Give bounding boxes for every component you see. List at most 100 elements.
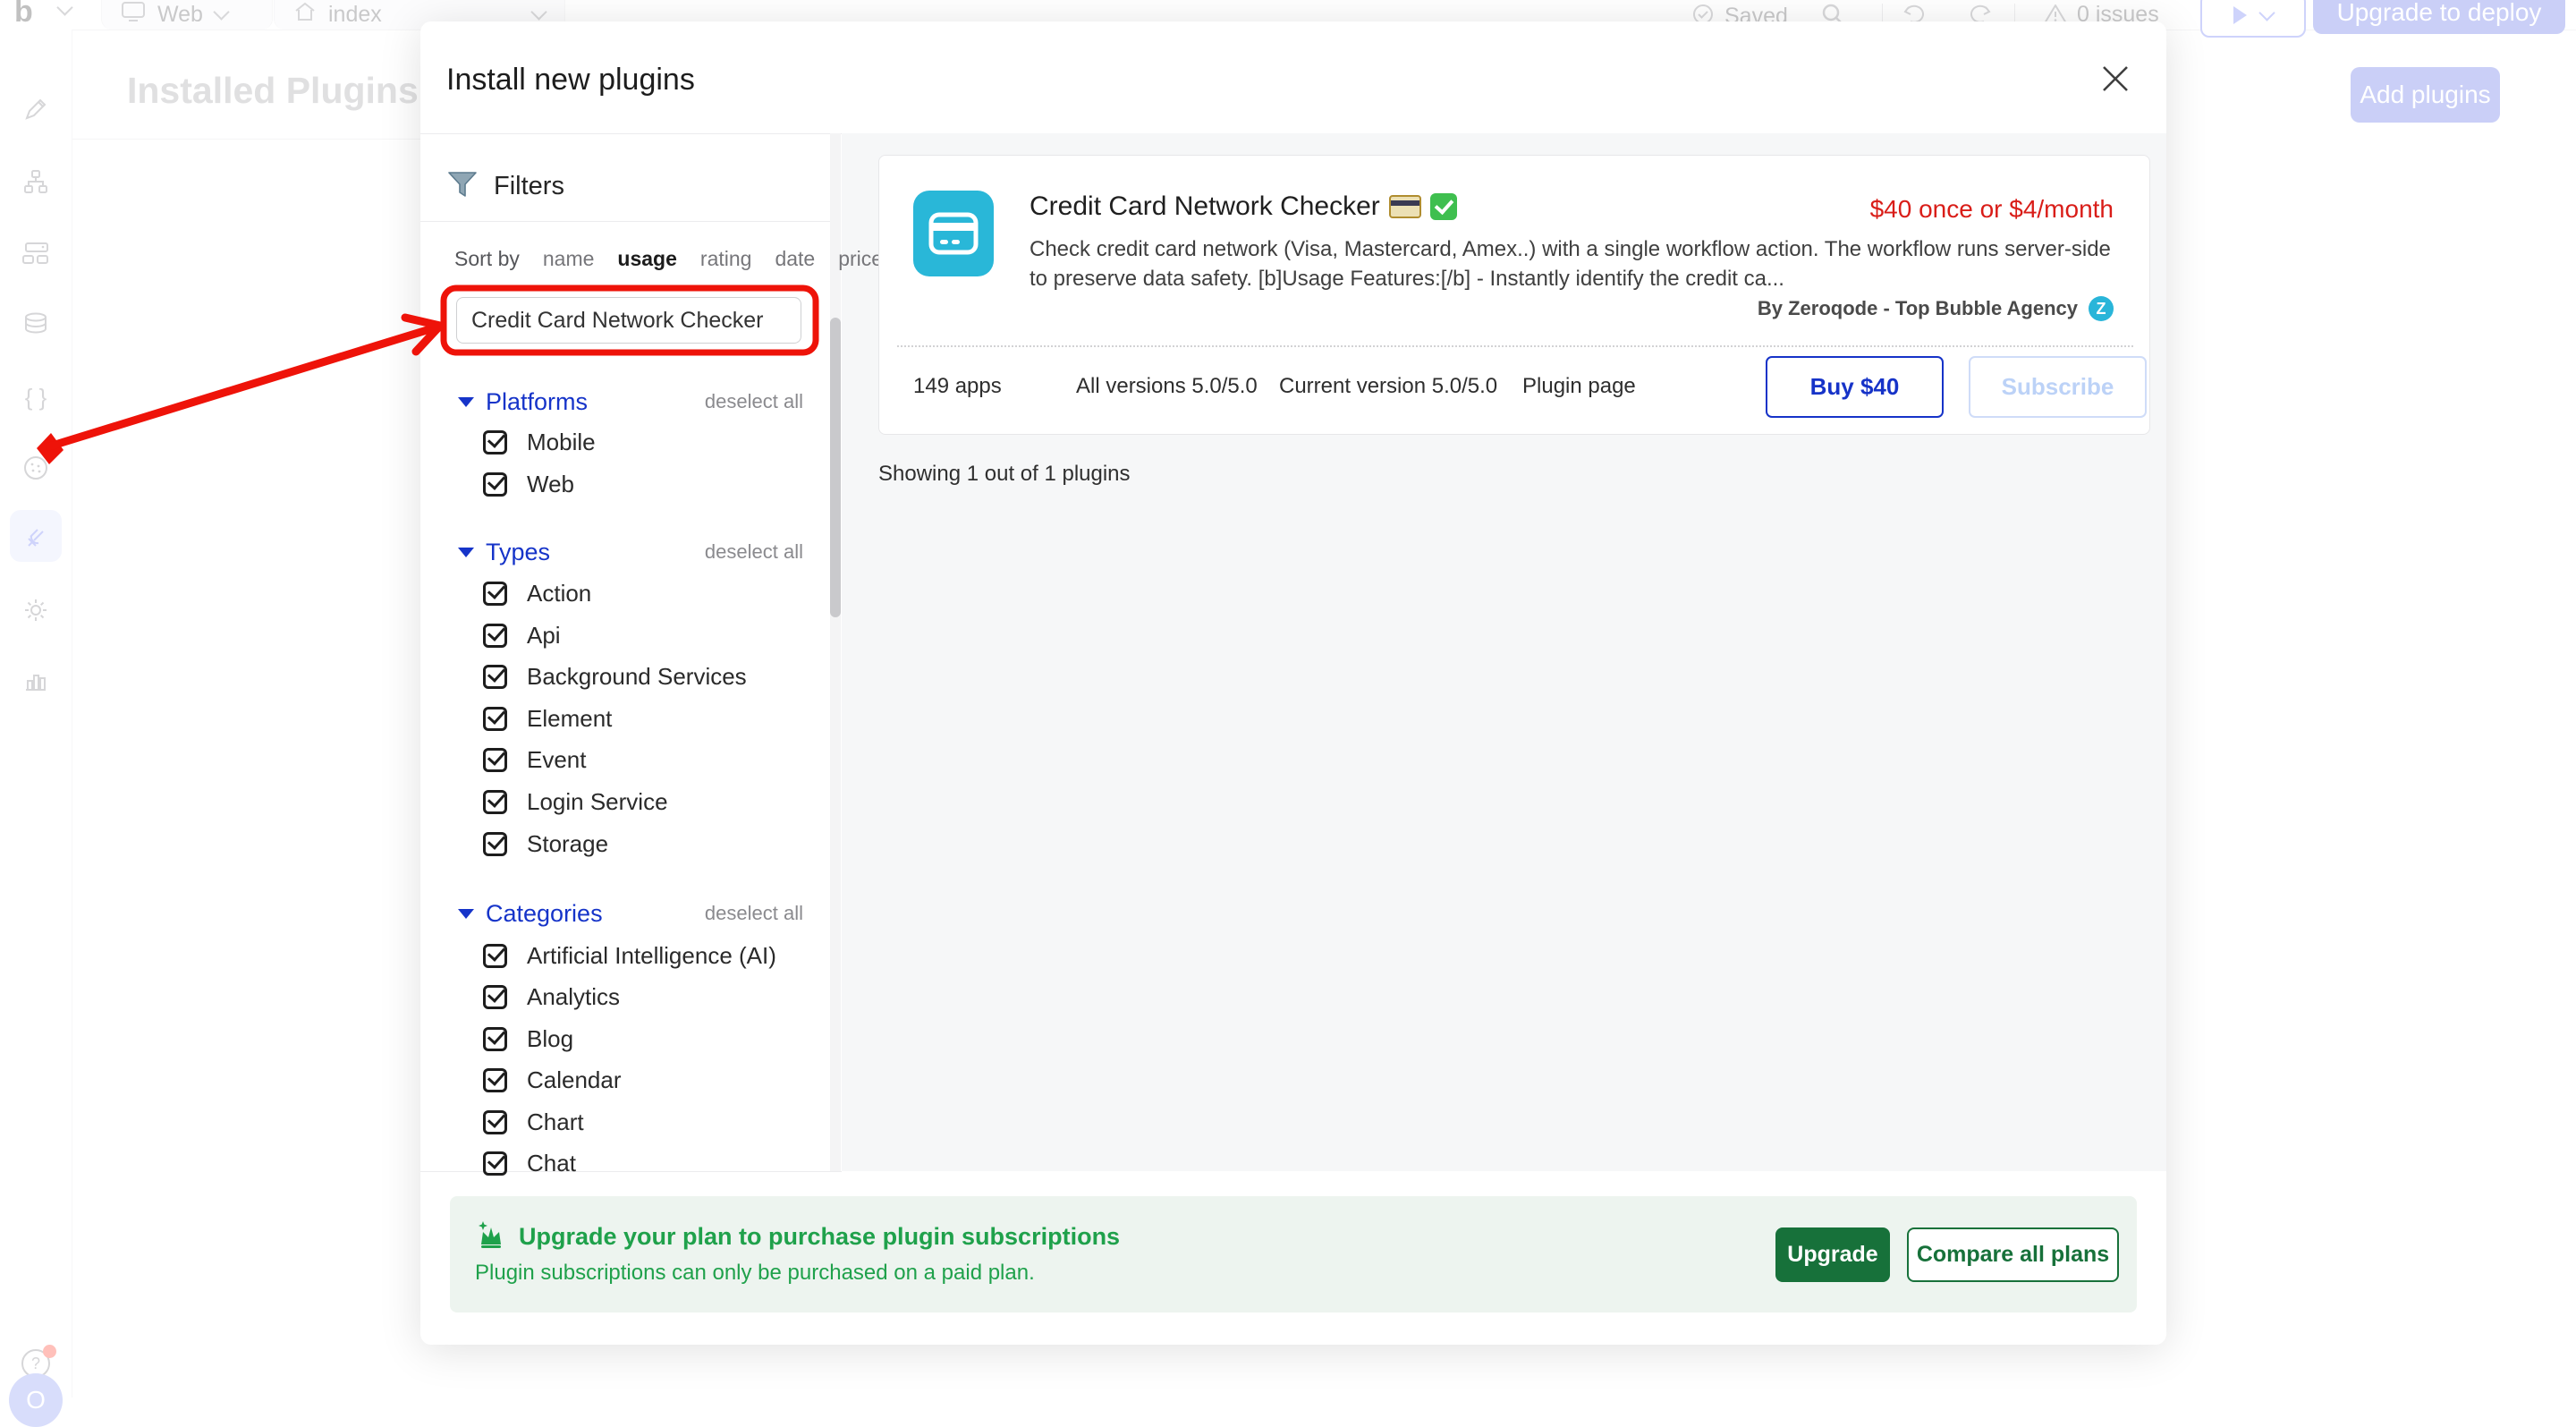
section-title: Categories bbox=[486, 900, 603, 928]
plugin-all-versions-rating: All versions 5.0/5.0 bbox=[1076, 374, 1258, 399]
sidebar-item-reusables[interactable] bbox=[22, 242, 49, 265]
tab-web[interactable]: Web bbox=[101, 0, 273, 30]
chevron-down-icon bbox=[530, 4, 547, 20]
sort-option-usage[interactable]: usage bbox=[617, 247, 676, 271]
filter-item-ai[interactable]: Artificial Intelligence (AI) bbox=[483, 935, 823, 976]
buy-button[interactable]: Buy $40 bbox=[1766, 356, 1944, 418]
checkbox-checked-icon[interactable] bbox=[483, 790, 507, 814]
plugin-name: Credit Card Network Checker bbox=[1030, 191, 1380, 222]
credit-card-emoji bbox=[1389, 195, 1421, 218]
filter-section-types[interactable]: Types deselect all bbox=[420, 531, 830, 573]
checkbox-checked-icon[interactable] bbox=[483, 707, 507, 731]
filter-item-label: Element bbox=[527, 705, 612, 733]
chevron-down-icon[interactable] bbox=[56, 0, 72, 16]
filter-item-action[interactable]: Action bbox=[483, 573, 823, 614]
filter-section-categories[interactable]: Categories deselect all bbox=[420, 893, 830, 934]
sidebar-item-backend[interactable]: { } bbox=[25, 384, 47, 412]
sidebar-item-workflow[interactable] bbox=[23, 170, 48, 193]
plugin-author[interactable]: By Zeroqode - Top Bubble Agency bbox=[1758, 297, 2078, 320]
checkbox-checked-icon[interactable] bbox=[483, 1068, 507, 1092]
filter-item-api[interactable]: Api bbox=[483, 615, 823, 656]
checkbox-checked-icon[interactable] bbox=[483, 430, 507, 454]
chevron-down-icon bbox=[2258, 4, 2275, 21]
sort-option-rating[interactable]: rating bbox=[700, 247, 752, 271]
checkbox-checked-icon[interactable] bbox=[483, 748, 507, 772]
sidebar-item-design[interactable] bbox=[24, 98, 47, 121]
plugin-apps-count: 149 apps bbox=[913, 374, 1002, 399]
checkbox-checked-icon[interactable] bbox=[483, 472, 507, 497]
sidebar-item-plugins[interactable] bbox=[23, 526, 48, 551]
check-mark-emoji bbox=[1430, 193, 1457, 220]
deselect-all-link[interactable]: deselect all bbox=[705, 390, 803, 413]
preview-button[interactable] bbox=[2200, 0, 2306, 38]
divider bbox=[420, 221, 830, 222]
plugin-description: Check credit card network (Visa, Masterc… bbox=[1030, 234, 2128, 293]
filter-scrollbar-track[interactable] bbox=[830, 133, 841, 1171]
filter-item-background-services[interactable]: Background Services bbox=[483, 656, 823, 697]
checkbox-checked-icon[interactable] bbox=[483, 1027, 507, 1051]
filter-item-chart[interactable]: Chart bbox=[483, 1101, 823, 1142]
checkbox-checked-icon[interactable] bbox=[483, 624, 507, 648]
tab-index-label: index bbox=[328, 2, 382, 28]
checkbox-checked-icon[interactable] bbox=[483, 1151, 507, 1176]
sidebar-item-data[interactable] bbox=[23, 312, 48, 337]
banner-subtitle: Plugin subscriptions can only be purchas… bbox=[475, 1261, 1035, 1286]
filter-item-login-service[interactable]: Login Service bbox=[483, 781, 823, 822]
banner-title: Upgrade your plan to purchase plugin sub… bbox=[519, 1223, 1120, 1251]
filter-item-storage[interactable]: Storage bbox=[483, 823, 823, 864]
close-icon[interactable] bbox=[2100, 64, 2131, 94]
subscribe-button[interactable]: Subscribe bbox=[1969, 356, 2147, 418]
filter-funnel-icon bbox=[447, 171, 478, 202]
plugin-search-input[interactable] bbox=[456, 297, 801, 344]
deselect-all-link[interactable]: deselect all bbox=[705, 540, 803, 564]
checkbox-checked-icon[interactable] bbox=[483, 665, 507, 689]
checkbox-checked-icon[interactable] bbox=[483, 582, 507, 606]
plugin-author-row: By Zeroqode - Top Bubble Agency Z bbox=[1758, 296, 2114, 321]
modal-title: Install new plugins bbox=[446, 63, 695, 98]
checkbox-checked-icon[interactable] bbox=[483, 1110, 507, 1134]
checkbox-checked-icon[interactable] bbox=[483, 832, 507, 856]
sort-by-label: Sort by bbox=[454, 247, 520, 271]
filter-item-event[interactable]: Event bbox=[483, 739, 823, 780]
filter-item-blog[interactable]: Blog bbox=[483, 1018, 823, 1059]
checkbox-checked-icon[interactable] bbox=[483, 944, 507, 968]
sort-option-name[interactable]: name bbox=[543, 247, 595, 271]
plugin-card[interactable]: Credit Card Network Checker $40 once or … bbox=[878, 155, 2150, 435]
filter-item-mobile[interactable]: Mobile bbox=[483, 421, 823, 463]
filter-item-label: Background Services bbox=[527, 663, 747, 691]
filter-scrollbar-thumb[interactable] bbox=[830, 318, 841, 617]
filter-item-label: Mobile bbox=[527, 429, 596, 456]
bubble-logo[interactable]: b bbox=[14, 0, 33, 30]
plugin-name-row: Credit Card Network Checker bbox=[1030, 191, 1457, 222]
sort-option-date[interactable]: date bbox=[775, 247, 815, 271]
results-count: Showing 1 out of 1 plugins bbox=[878, 462, 1131, 487]
monitor-icon bbox=[122, 2, 145, 28]
dotted-divider bbox=[897, 345, 2133, 347]
filter-section-platforms[interactable]: Platforms deselect all bbox=[420, 381, 830, 422]
add-plugins-button[interactable]: Add plugins bbox=[2351, 67, 2500, 123]
section-title: Platforms bbox=[486, 388, 588, 416]
checkbox-checked-icon[interactable] bbox=[483, 985, 507, 1009]
sidebar-item-settings[interactable] bbox=[23, 598, 48, 623]
plugin-price: $40 once or $4/month bbox=[1870, 195, 2114, 224]
filter-item-label: Blog bbox=[527, 1025, 573, 1053]
filter-item-element[interactable]: Element bbox=[483, 698, 823, 739]
tab-web-label: Web bbox=[157, 2, 203, 28]
compare-all-plans-button[interactable]: Compare all plans bbox=[1907, 1227, 2119, 1282]
filter-item-web[interactable]: Web bbox=[483, 463, 823, 505]
filter-item-chat[interactable]: Chat bbox=[483, 1142, 823, 1184]
sidebar-item-plugins-cookie[interactable] bbox=[23, 455, 48, 480]
install-plugins-modal: Install new plugins Filters Sort by name… bbox=[420, 21, 2166, 1345]
filter-item-label: Login Service bbox=[527, 788, 668, 816]
filter-item-calendar[interactable]: Calendar bbox=[483, 1059, 823, 1100]
deselect-all-link[interactable]: deselect all bbox=[705, 902, 803, 925]
sidebar-item-logs[interactable] bbox=[24, 668, 47, 692]
zeroqode-badge: Z bbox=[2089, 296, 2114, 321]
upgrade-button[interactable]: Upgrade bbox=[1775, 1227, 1890, 1282]
upgrade-to-deploy-button[interactable]: Upgrade to deploy bbox=[2313, 0, 2565, 34]
sort-option-price[interactable]: price bbox=[838, 247, 883, 271]
user-avatar[interactable]: O bbox=[9, 1373, 63, 1427]
filter-item-analytics[interactable]: Analytics bbox=[483, 976, 823, 1017]
plugin-page-link[interactable]: Plugin page bbox=[1522, 374, 1636, 399]
banner-title-row: Upgrade your plan to purchase plugin sub… bbox=[475, 1219, 1120, 1254]
